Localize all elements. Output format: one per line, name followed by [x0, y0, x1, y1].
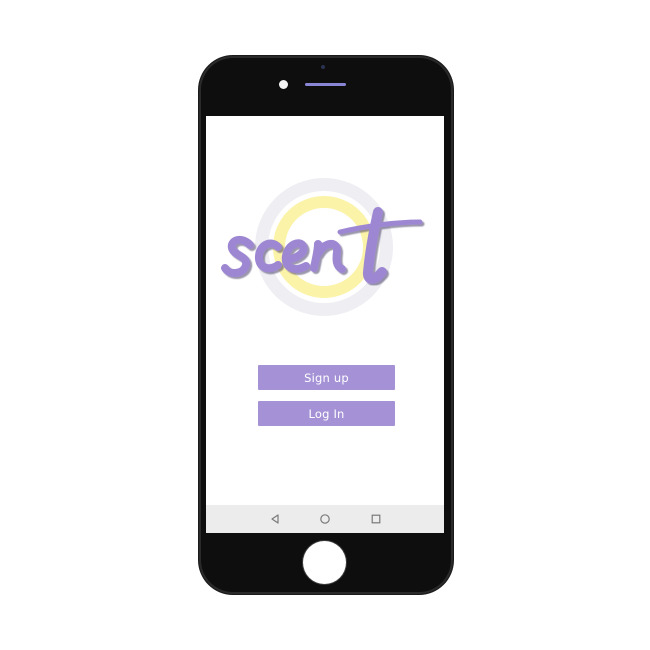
logo-wordmark: scent [221, 207, 423, 284]
front-sensor [321, 65, 325, 69]
stage: scent Sign up Log In [0, 0, 650, 650]
back-triangle-icon[interactable] [268, 512, 282, 526]
front-camera [279, 80, 288, 89]
physical-home-button[interactable] [303, 541, 346, 584]
scent-logo: scent [206, 168, 444, 348]
android-navigation-bar [206, 505, 444, 533]
app-screen: scent Sign up Log In [206, 116, 444, 533]
log-in-button[interactable]: Log In [258, 401, 395, 426]
home-circle-icon[interactable] [318, 512, 332, 526]
earpiece-speaker [305, 83, 346, 86]
phone-frame: scent Sign up Log In [199, 56, 453, 594]
recent-square-icon[interactable] [369, 512, 383, 526]
sign-up-button[interactable]: Sign up [258, 365, 395, 390]
